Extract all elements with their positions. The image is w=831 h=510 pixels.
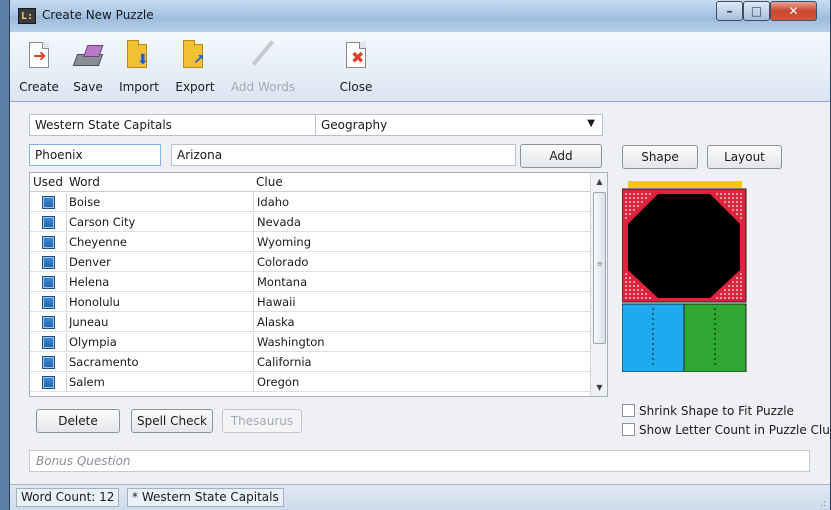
word-cell: Honolulu — [69, 295, 120, 309]
used-checkbox[interactable] — [42, 216, 55, 229]
shape-yellow-bar — [628, 181, 742, 188]
column-header-word[interactable]: Word — [69, 173, 100, 192]
show-letter-count-checkbox[interactable] — [622, 423, 635, 436]
category-value: Geography — [321, 118, 388, 132]
word-list-table: Used Word Clue Boise Idaho Carson City Neva… — [29, 172, 608, 397]
import-button[interactable]: ⬇ Import — [114, 38, 164, 98]
scroll-up-icon[interactable]: ▲ — [591, 173, 607, 190]
word-cell: Juneau — [69, 315, 109, 329]
save-disk-icon — [72, 38, 104, 72]
table-vertical-scrollbar[interactable]: ▲ ≡ ▼ — [590, 173, 607, 396]
export-button[interactable]: ↗ Export — [170, 38, 220, 98]
minimize-button[interactable]: – — [716, 1, 743, 21]
create-puzzle-window: L: Create New Puzzle – □ ✕ ➜ Create Save… — [9, 0, 831, 510]
scroll-down-icon[interactable]: ▼ — [591, 379, 607, 396]
new-document-icon: ➜ — [23, 38, 55, 72]
word-cell: Sacramento — [69, 355, 139, 369]
chevron-down-icon: ▼ — [587, 118, 595, 129]
used-checkbox[interactable] — [42, 236, 55, 249]
clue-cell: Wyoming — [257, 235, 311, 249]
clue-cell: Hawaii — [257, 295, 296, 309]
category-select[interactable]: Geography ▼ — [315, 114, 603, 136]
add-button[interactable]: Add — [520, 144, 602, 168]
table-row[interactable]: Salem Oregon — [30, 373, 590, 392]
clue-cell: Washington — [257, 335, 325, 349]
clue-cell: Nevada — [257, 215, 301, 229]
used-checkbox[interactable] — [42, 296, 55, 309]
resize-grip-icon[interactable]: .: — [820, 500, 826, 509]
clue-cell: Oregon — [257, 375, 300, 389]
table-header: Used Word Clue — [30, 173, 590, 192]
close-window-button[interactable]: ✕ — [770, 1, 817, 21]
word-cell: Cheyenne — [69, 235, 127, 249]
table-row[interactable]: Denver Colorado — [30, 253, 590, 272]
puzzle-title-input[interactable]: Western State Capitals — [29, 114, 316, 136]
shape-button[interactable]: Shape — [622, 145, 698, 169]
word-input[interactable]: Phoenix — [29, 144, 161, 166]
add-words-button[interactable]: Add Words — [230, 38, 296, 98]
show-letter-count-option[interactable]: Show Letter Count in Puzzle Clues — [622, 423, 831, 439]
grip-icon: ≡ — [597, 260, 603, 268]
clue-cell: Idaho — [257, 195, 290, 209]
create-button[interactable]: ➜ Create — [16, 38, 62, 98]
clue-cell: Alaska — [257, 315, 295, 329]
scrollbar-thumb[interactable]: ≡ — [593, 192, 606, 344]
close-document-icon: ✖ — [340, 38, 372, 72]
spell-check-button[interactable]: Spell Check — [131, 409, 213, 433]
used-checkbox[interactable] — [42, 336, 55, 349]
window-title: Create New Puzzle — [42, 8, 154, 22]
used-checkbox[interactable] — [42, 196, 55, 209]
table-row[interactable]: Helena Montana — [30, 273, 590, 292]
word-cell: Helena — [69, 275, 110, 289]
word-cell: Carson City — [69, 215, 136, 229]
status-bar: Word Count: 12 * Western State Capitals … — [10, 484, 830, 510]
save-button[interactable]: Save — [68, 38, 108, 98]
clue-input[interactable]: Arizona — [171, 144, 516, 166]
bonus-question-input[interactable]: Bonus Question — [29, 450, 810, 472]
table-row[interactable]: Boise Idaho — [30, 193, 590, 212]
used-checkbox[interactable] — [42, 256, 55, 269]
pencil-icon — [247, 38, 279, 72]
title-bar[interactable]: L: Create New Puzzle – □ ✕ — [10, 0, 830, 32]
word-cell: Olympia — [69, 335, 117, 349]
maximize-button[interactable]: □ — [743, 1, 770, 21]
shrink-shape-option[interactable]: Shrink Shape to Fit Puzzle — [622, 404, 794, 420]
toolbar: ➜ Create Save ⬇ Import ↗ Export Add Word… — [10, 32, 830, 102]
used-checkbox[interactable] — [42, 316, 55, 329]
column-header-clue[interactable]: Clue — [256, 173, 283, 192]
word-cell: Boise — [69, 195, 101, 209]
import-folder-icon: ⬇ — [123, 38, 155, 72]
shape-octagon — [628, 194, 740, 298]
table-row[interactable]: Olympia Washington — [30, 333, 590, 352]
column-header-used[interactable]: Used — [33, 173, 63, 192]
puzzle-shape-preview — [622, 181, 747, 372]
layout-button[interactable]: Layout — [707, 145, 782, 169]
thesaurus-button[interactable]: Thesaurus — [222, 409, 302, 433]
word-cell: Salem — [69, 375, 105, 389]
clue-cell: California — [257, 355, 312, 369]
used-checkbox[interactable] — [42, 276, 55, 289]
clue-cell: Montana — [257, 275, 308, 289]
file-name-status: * Western State Capitals — [127, 488, 284, 507]
table-row[interactable]: Cheyenne Wyoming — [30, 233, 590, 252]
table-row[interactable]: Sacramento California — [30, 353, 590, 372]
delete-button[interactable]: Delete — [36, 409, 120, 433]
table-row[interactable]: Carson City Nevada — [30, 213, 590, 232]
app-icon: L: — [18, 8, 36, 24]
shrink-shape-checkbox[interactable] — [622, 404, 635, 417]
clue-cell: Colorado — [257, 255, 309, 269]
word-count-status: Word Count: 12 — [16, 488, 120, 507]
table-row[interactable]: Juneau Alaska — [30, 313, 590, 332]
close-button[interactable]: ✖ Close — [336, 38, 376, 98]
word-cell: Denver — [69, 255, 111, 269]
used-checkbox[interactable] — [42, 376, 55, 389]
table-row[interactable]: Honolulu Hawaii — [30, 293, 590, 312]
export-folder-icon: ↗ — [179, 38, 211, 72]
used-checkbox[interactable] — [42, 356, 55, 369]
